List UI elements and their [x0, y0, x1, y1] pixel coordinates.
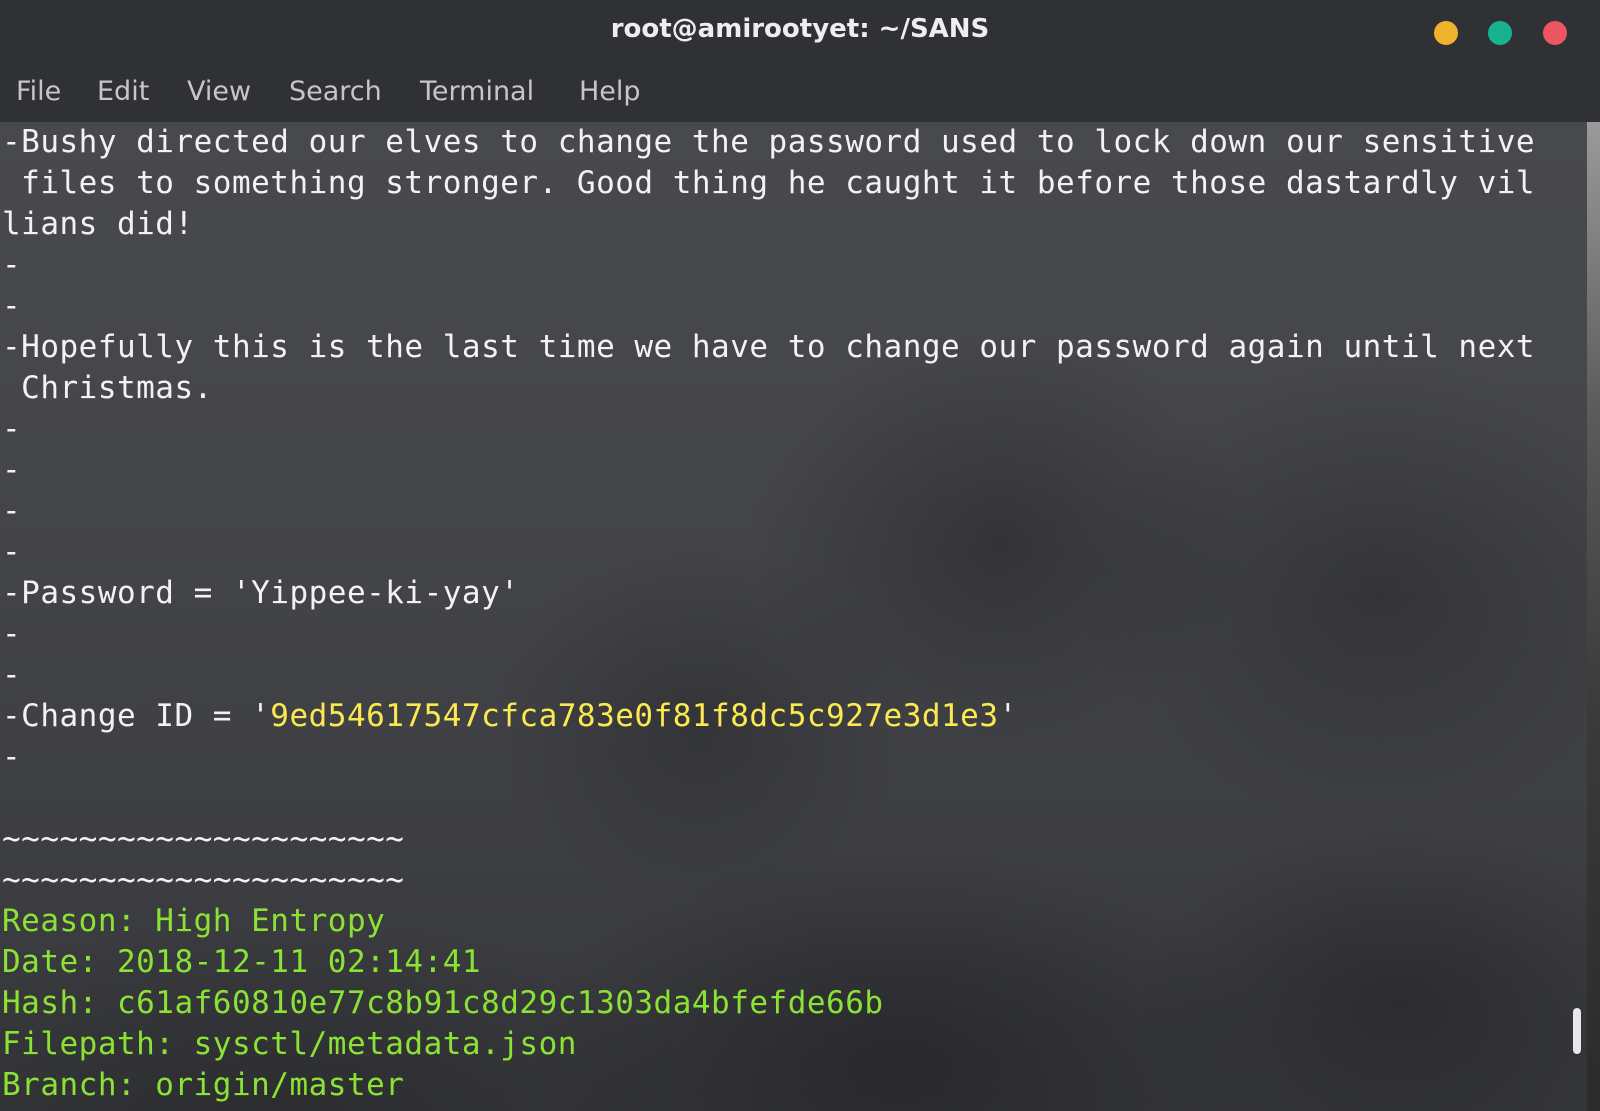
terminal-lines: -Bushy directed our elves to change the …: [2, 122, 1535, 1106]
change-id-line: -Change ID = '9ed54617547cfca783e0f81f8d…: [2, 696, 1535, 737]
terminal-line: -: [2, 247, 22, 283]
maximize-button[interactable]: [1488, 21, 1512, 45]
date-line: Date: 2018-12-11 02:14:41: [2, 944, 482, 980]
menu-terminal[interactable]: Terminal: [420, 76, 534, 107]
menu-file[interactable]: File: [16, 76, 61, 107]
terminal-line: files to something stronger. Good thing …: [2, 165, 1536, 201]
hash-line: Hash: c61af60810e77c8b91c8d29c1303da4bfe…: [2, 985, 884, 1021]
window-title: root@amirootyet: ~/SANS: [610, 14, 990, 44]
terminal-output[interactable]: -Bushy directed our elves to change the …: [0, 122, 1600, 1111]
change-id-prefix: -Change ID = ': [2, 698, 271, 734]
terminal-line: -: [2, 288, 22, 324]
terminal-line: -Password = 'Yippee-ki-yay': [2, 575, 520, 611]
terminal-line: -: [2, 657, 22, 693]
terminal-line: -: [2, 616, 22, 652]
filepath-line: Filepath: sysctl/metadata.json: [2, 1026, 577, 1062]
window-edge: [1587, 122, 1600, 1111]
menu-view[interactable]: View: [187, 76, 251, 107]
minimize-button[interactable]: [1434, 21, 1458, 45]
menu-bar: File Edit View Search Terminal Help: [0, 66, 1600, 122]
menu-search[interactable]: Search: [289, 76, 382, 107]
vertical-scrollbar[interactable]: [1570, 122, 1584, 1111]
branch-line: Branch: origin/master: [2, 1067, 405, 1103]
change-id-value: 9ed54617547cfca783e0f81f8dc5c927e3d1e3: [270, 698, 999, 734]
terminal-line: -: [2, 411, 22, 447]
separator-line: ~~~~~~~~~~~~~~~~~~~~~: [2, 821, 405, 857]
menu-edit[interactable]: Edit: [97, 76, 149, 107]
terminal-line: lians did!: [2, 206, 194, 242]
reason-line: Reason: High Entropy: [2, 903, 386, 939]
terminal-line: -Bushy directed our elves to change the …: [2, 124, 1536, 160]
close-button[interactable]: [1543, 21, 1567, 45]
terminal-line: Christmas.: [2, 370, 213, 406]
title-bar[interactable]: root@amirootyet: ~/SANS: [0, 0, 1600, 66]
terminal-line: -: [2, 452, 22, 488]
terminal-window: root@amirootyet: ~/SANS File Edit View S…: [0, 0, 1600, 1111]
change-id-suffix: ': [998, 698, 1018, 734]
terminal-line: -: [2, 739, 22, 775]
terminal-line: -: [2, 493, 22, 529]
terminal-line: -: [2, 534, 22, 570]
separator-line: ~~~~~~~~~~~~~~~~~~~~~: [2, 862, 405, 898]
terminal-line: -Hopefully this is the last time we have…: [2, 329, 1536, 365]
scrollbar-thumb[interactable]: [1573, 1008, 1581, 1054]
menu-help[interactable]: Help: [579, 76, 641, 107]
